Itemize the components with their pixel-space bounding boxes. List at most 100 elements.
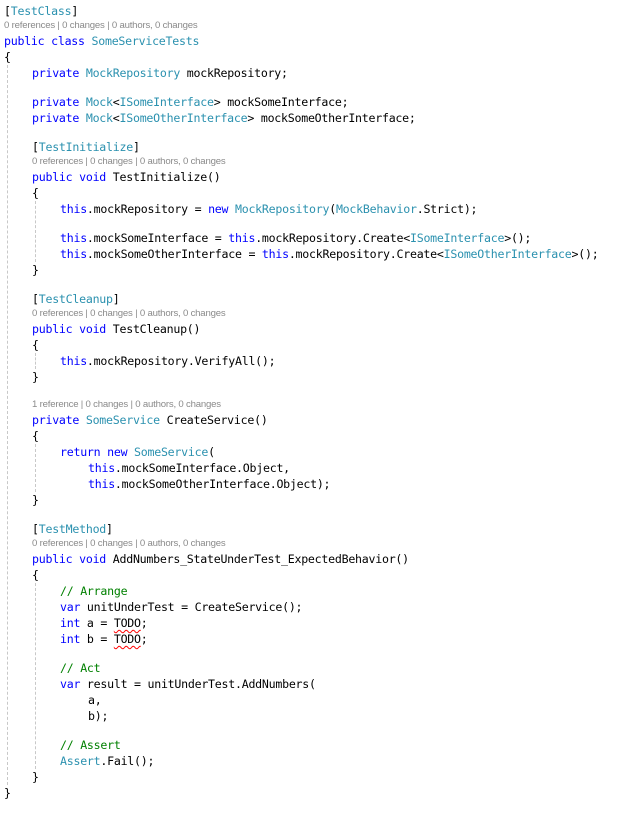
code-token: MockBehavior [335,202,417,216]
code-line: a, [88,692,102,708]
code-token: // Assert [60,738,121,752]
code-token: .mockSomeInterface.Object, [114,461,290,475]
code-line: // Arrange [60,583,128,599]
code-token: [ [32,522,39,536]
codelens-info[interactable]: 0 references | 0 changes | 0 authors, 0 … [32,307,226,321]
code-line: } [32,262,39,278]
code-token: { [32,429,39,443]
code-token: int [60,616,87,630]
code-token: this [88,461,115,475]
code-token: mockRepository; [180,66,288,80]
code-token: } [32,370,39,384]
code-token: public void [32,552,113,566]
code-line: } [32,369,39,385]
code-token: ISomeInterface [119,95,214,109]
code-token: var [60,677,87,691]
code-token: public void [32,170,113,184]
code-token: TestInitialize [38,140,133,154]
code-line: public class SomeServiceTests [4,33,199,49]
code-token: ( [208,445,215,459]
code-line: this.mockSomeOtherInterface.Object); [88,476,331,492]
code-token: .mockSomeInterface = [86,231,229,245]
code-token: TestMethod [38,522,107,536]
code-token: ; [140,616,148,630]
code-token: { [32,338,39,352]
code-token: ISomeOtherInterface [119,111,248,125]
code-token: ] [132,140,140,154]
code-line: this.mockRepository.VerifyAll(); [60,353,276,369]
code-token: int [60,632,87,646]
code-token: } [32,263,39,277]
code-token: ( [329,202,336,216]
code-token: [ [32,140,39,154]
code-token: new [208,202,235,216]
code-line: private SomeService CreateService() [32,412,268,428]
code-line: { [32,185,39,201]
code-token: var [60,600,87,614]
indent-guide [35,583,36,769]
code-token: } [4,786,11,800]
code-line: } [32,492,39,508]
code-token: private [32,111,86,125]
code-line: // Assert [60,737,121,753]
code-token: SomeServiceTests [91,34,200,48]
code-token: private [32,95,86,109]
code-line: this.mockRepository = new MockRepository… [60,201,478,217]
code-token: TestCleanup [38,292,113,306]
code-token: ] [112,292,120,306]
code-token: this [60,247,87,261]
code-token: this [60,354,87,368]
code-token: .mockSomeOtherInterface.Object); [114,477,331,491]
code-token: this [60,202,87,216]
code-line: var result = unitUnderTest.AddNumbers( [60,676,316,692]
code-line: { [32,428,39,444]
code-line: { [32,337,39,353]
code-token: TestClass [10,4,72,18]
code-line: this.mockSomeOtherInterface = this.mockR… [60,246,599,262]
code-token: [ [32,292,39,306]
indent-guide [35,201,36,262]
code-token: result = unitUnderTest.AddNumbers( [86,677,316,691]
code-token: unitUnderTest = CreateService(); [86,600,303,614]
code-token: public void [32,322,113,336]
code-line: var unitUnderTest = CreateService(); [60,599,303,615]
code-line: int a = TODO; [60,615,148,631]
code-line: this.mockSomeInterface = this.mockReposi… [60,230,531,246]
code-line: [TestInitialize] [32,139,140,155]
code-token: Assert [60,754,101,768]
code-editor[interactable]: [TestClass] 0 references | 0 changes | 0 … [0,0,628,825]
code-token: CreateService() [159,413,268,427]
code-token: { [32,568,39,582]
code-line: // Act [60,660,101,676]
code-token: < [112,95,120,109]
code-token: ISomeOtherInterface [443,247,572,261]
codelens-info[interactable]: 0 references | 0 changes | 0 authors, 0 … [32,537,226,551]
code-token: { [32,186,39,200]
code-line: Assert.Fail(); [60,753,154,769]
codelens-info[interactable]: 0 references | 0 changes | 0 authors, 0 … [32,155,226,169]
code-line: [TestCleanup] [32,291,120,307]
code-line: b); [88,708,108,724]
code-line: public void TestCleanup() [32,321,201,337]
code-line: } [32,769,39,785]
code-token: b = [86,632,114,646]
code-line: return new SomeService( [60,444,215,460]
code-token: TestCleanup() [112,322,201,336]
code-line: private Mock<ISomeOtherInterface> mockSo… [32,110,416,126]
code-token: .mockRepository.Create< [255,231,410,245]
codelens-info[interactable]: 0 references | 0 changes | 0 authors, 0 … [4,19,198,33]
code-token: ; [140,632,148,646]
error-squiggle-token: TODO [113,616,141,630]
code-token: Mock [85,95,113,109]
code-token: SomeService [134,445,209,459]
code-line: [TestClass] [4,3,78,19]
codelens-info[interactable]: 1 reference | 0 changes | 0 authors, 0 c… [32,398,221,412]
error-squiggle-token: TODO [113,632,141,646]
code-line: int b = TODO; [60,631,148,647]
code-line: } [4,785,11,801]
indent-guide [35,353,36,369]
code-token: ISomeInterface [409,231,505,245]
code-line: { [32,567,39,583]
code-line: { [4,49,11,65]
code-token: MockRepository [85,66,181,80]
